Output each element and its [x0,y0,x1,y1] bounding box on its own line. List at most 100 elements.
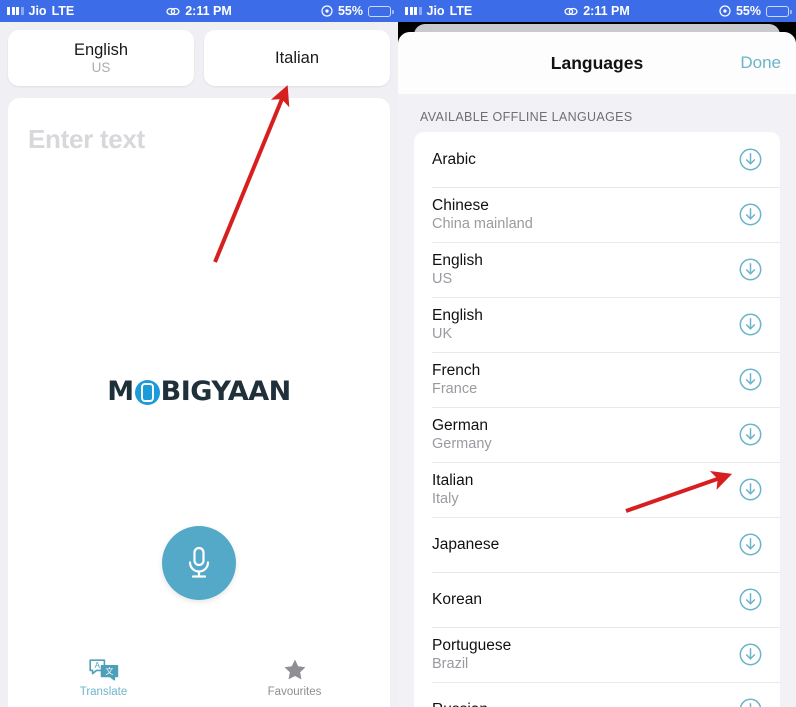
enter-text-placeholder: Enter text [28,124,145,154]
carrier-label: Jio [28,4,47,18]
translate-icon: A 文 [88,658,118,680]
language-row[interactable]: Russian [414,682,780,707]
source-language-region: US [91,59,111,75]
language-name: German [432,417,488,434]
svg-text:A: A [94,661,100,670]
source-language-button[interactable]: English US [8,30,194,86]
svg-text:文: 文 [105,666,113,676]
section-header-offline-languages: AVAILABLE OFFLINE LANGUAGES [420,110,633,124]
language-name: Korean [432,591,482,608]
network-label: LTE [51,4,75,18]
status-bar-left: Jio LTE 2:11 PM 55% [0,0,398,22]
carrier-label: Jio [426,4,445,18]
link-icon [564,7,578,15]
battery-icon [766,5,792,17]
language-name: Italian [432,472,474,489]
download-circle-icon[interactable] [739,423,762,446]
language-row-texts: Arabic [432,150,476,169]
translate-app-body: English US Italian Enter text M BIGYAAN [0,22,398,707]
download-circle-icon[interactable] [739,643,762,666]
language-row[interactable]: Italian Italy [414,462,780,517]
languages-sheet: Languages Done AVAILABLE OFFLINE LANGUAG… [398,32,796,707]
download-circle-icon[interactable] [739,478,762,501]
language-row[interactable]: German Germany [414,407,780,462]
language-region: US [432,271,453,287]
download-circle-icon[interactable] [739,588,762,611]
language-row-texts: English UK [432,306,483,343]
language-name: Chinese [432,197,489,214]
tab-favourites-label: Favourites [267,685,322,698]
download-circle-icon[interactable] [739,203,762,226]
microphone-button[interactable] [162,526,236,600]
download-circle-icon[interactable] [739,368,762,391]
language-row[interactable]: English US [414,242,780,297]
mobigyaan-watermark: M BIGYAAN [8,376,390,407]
language-row-texts: German Germany [432,416,492,453]
language-row-texts: English US [432,251,483,288]
language-name: Russian [432,700,488,707]
screenshot-pair: Jio LTE 2:11 PM 55% English US Italian E… [0,0,796,707]
language-row[interactable]: Chinese China mainland [414,187,780,242]
language-selector-row: English US Italian [8,30,390,86]
language-name: Arabic [432,151,476,168]
language-name: English [432,252,483,269]
language-row-texts: Korean [432,590,482,609]
languages-list: Arabic Chinese China mainland English US Engl… [414,132,780,707]
network-label: LTE [449,4,473,18]
battery-icon [368,5,394,17]
target-language-button[interactable]: Italian [204,30,390,86]
languages-sheet-screen: Jio LTE 2:11 PM 55% Languages Done AVAIL… [398,0,796,707]
signal-dots-icon [405,7,422,15]
tab-translate-label: Translate [79,685,128,698]
link-icon [166,7,180,15]
language-region: Italy [432,491,459,507]
clock-label: 2:11 PM [185,4,232,18]
language-row-texts: Japanese [432,535,499,554]
download-circle-icon[interactable] [739,533,762,556]
language-row-texts: Russian [432,700,488,707]
do-not-disturb-icon [321,5,333,17]
watermark-text-after: BIGYAAN [160,376,292,407]
language-row[interactable]: French France [414,352,780,407]
done-button[interactable]: Done [740,53,781,73]
language-row-texts: Portuguese Brazil [432,636,511,673]
modal-backdrop[interactable]: Languages Done AVAILABLE OFFLINE LANGUAG… [398,22,796,707]
tab-translate[interactable]: A 文 Translate [49,657,159,698]
tab-favourites[interactable]: Favourites [240,657,350,698]
language-row[interactable]: Japanese [414,517,780,572]
language-name: French [432,362,481,379]
language-region: France [432,381,478,397]
sheet-title: Languages [550,52,644,73]
language-row-texts: Chinese China mainland [432,196,533,233]
language-row-texts: Italian Italy [432,471,473,508]
watermark-logo-circle-icon [134,380,160,405]
translate-input-card[interactable]: Enter text M BIGYAAN [8,98,390,671]
clock-label: 2:11 PM [583,4,630,18]
language-name: Portuguese [432,637,512,654]
download-circle-icon[interactable] [739,698,762,707]
language-row-texts: French France [432,361,480,398]
download-circle-icon[interactable] [739,148,762,171]
signal-dots-icon [7,7,24,15]
source-language-name: English [73,40,129,59]
language-region: China mainland [432,216,533,232]
language-row[interactable]: Portuguese Brazil [414,627,780,682]
status-bar-right: Jio LTE 2:11 PM 55% [398,0,796,22]
language-name: English [432,307,483,324]
bottom-tab-bar: A 文 Translate Favourites [8,647,390,707]
language-row[interactable]: English UK [414,297,780,352]
language-region: UK [432,326,453,342]
target-language-name: Italian [274,48,320,67]
language-name: Japanese [432,536,500,553]
translate-app-screen: Jio LTE 2:11 PM 55% English US Italian E… [0,0,398,707]
star-icon [284,659,305,679]
language-region: Germany [432,436,492,452]
battery-percent-label: 55% [735,4,761,18]
language-row[interactable]: Korean [414,572,780,627]
download-circle-icon[interactable] [739,313,762,336]
watermark-text-before: M [107,376,134,407]
language-row[interactable]: Arabic [414,132,780,187]
battery-percent-label: 55% [337,4,363,18]
microphone-icon [188,546,210,578]
download-circle-icon[interactable] [739,258,762,281]
